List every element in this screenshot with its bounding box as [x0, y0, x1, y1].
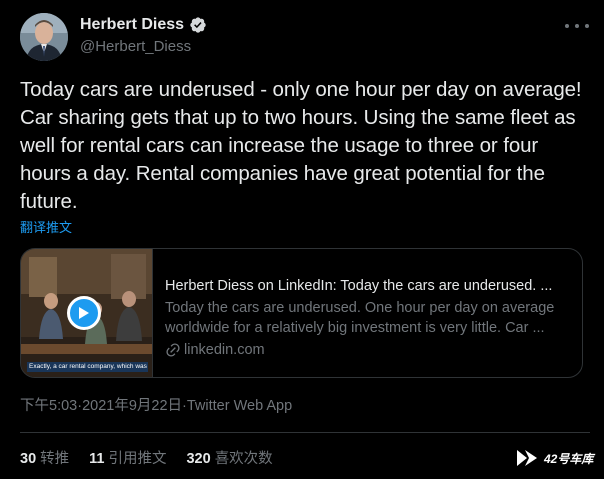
- link-card-domain: linkedin.com: [184, 342, 265, 358]
- avatar-image: [20, 13, 68, 61]
- author-handle[interactable]: @Herbert_Diess: [80, 37, 191, 57]
- author-name-row: Herbert Diess: [80, 15, 207, 35]
- verified-badge-icon: [190, 17, 206, 33]
- link-card-description-line2: worldwide for a relatively big investmen…: [165, 320, 545, 336]
- tweet-source[interactable]: Twitter Web App: [187, 396, 292, 416]
- play-icon: [79, 307, 89, 319]
- divider: [20, 432, 590, 433]
- tweet-text: Today cars are underused - only one hour…: [20, 78, 582, 213]
- link-preview-card[interactable]: Exactly, a car rental company, which was…: [20, 248, 583, 378]
- stat-count: 11: [89, 451, 105, 467]
- tweet-time[interactable]: 下午5:03: [20, 396, 77, 416]
- stat-likes[interactable]: 320 喜欢次数: [186, 449, 272, 469]
- stat-label: 引用推文: [108, 451, 167, 467]
- translate-tweet-link[interactable]: 翻译推文: [20, 219, 72, 237]
- link-card-domain-row: linkedin.com: [165, 340, 570, 360]
- stat-quote-tweets[interactable]: 11 引用推文: [89, 449, 166, 469]
- more-options-button[interactable]: [565, 17, 589, 35]
- play-button[interactable]: [67, 296, 101, 330]
- link-card-thumbnail[interactable]: Exactly, a car rental company, which was…: [21, 249, 153, 377]
- link-card-description: Today the cars are underused. One hour p…: [165, 298, 570, 338]
- thumbnail-caption: Exactly, a car rental company, which was…: [27, 362, 148, 372]
- tweet-date[interactable]: 2021年9月22日: [82, 396, 182, 416]
- stat-retweets[interactable]: 30 转推: [20, 449, 69, 469]
- link-icon: [166, 343, 180, 357]
- avatar[interactable]: [20, 13, 68, 61]
- stat-label: 喜欢次数: [214, 451, 273, 467]
- watermark-text: 42号车库: [544, 451, 594, 466]
- link-card-description-line1: Today the cars are underused. One hour p…: [165, 300, 555, 316]
- link-card-title: Herbert Diess on LinkedIn: Today the car…: [165, 278, 553, 294]
- stat-count: 320: [186, 451, 211, 467]
- watermark: 42号车库: [515, 448, 593, 468]
- more-horizontal-icon: [565, 24, 569, 28]
- tweet-meta: 下午5:03 · 2021年9月22日 · Twitter Web App: [20, 396, 292, 416]
- stat-label: 转推: [40, 451, 70, 467]
- garage42-logo-icon: [517, 450, 537, 466]
- stat-count: 30: [20, 451, 37, 467]
- link-card-body[interactable]: Herbert Diess on LinkedIn: Today the car…: [153, 249, 582, 377]
- tweet-stats: 30 转推 11 引用推文 320 喜欢次数: [20, 449, 273, 469]
- author-name[interactable]: Herbert Diess: [80, 15, 184, 35]
